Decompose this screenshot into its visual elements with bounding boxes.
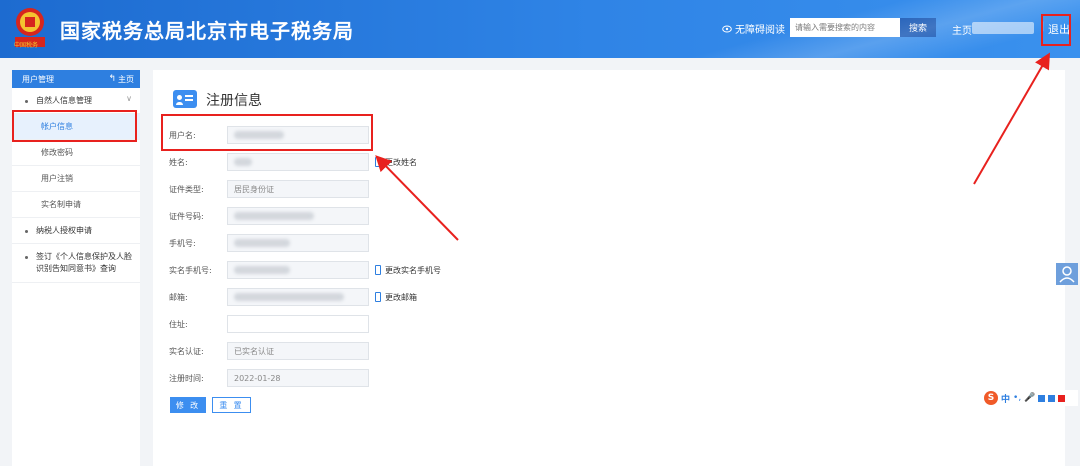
register-time-field: 2022-01-28	[227, 369, 369, 387]
page-title: 注册信息	[206, 93, 262, 109]
field-label: 姓名:	[169, 157, 188, 167]
sidebar-home-link[interactable]: ↰ 主页	[108, 74, 134, 85]
blurred-value	[234, 293, 344, 301]
shirt-icon[interactable]	[1048, 394, 1056, 402]
field-register-time: 注册时间: 2022-01-28	[169, 369, 369, 387]
sogou-ime-icon[interactable]: S	[984, 391, 998, 405]
sidebar-group-label: 自然人信息管理	[36, 96, 92, 105]
search-bar: 搜索	[790, 18, 936, 37]
accessible-reading-label: 无障碍阅读	[735, 25, 785, 36]
ime-punct-toggle[interactable]: •,	[1013, 393, 1021, 403]
id-type-field: 居民身份证	[227, 180, 369, 198]
sidebar-item-change-password[interactable]: 修改密码	[12, 140, 140, 166]
phone-icon	[375, 292, 381, 302]
field-id-number: 证件号码:	[169, 207, 369, 225]
field-label: 住址:	[169, 319, 188, 329]
blurred-value	[234, 266, 290, 274]
field-real-name-phone: 实名手机号: 更改实名手机号	[169, 261, 441, 279]
sidebar-header: 用户管理 ↰ 主页	[12, 70, 140, 88]
field-address: 住址:	[169, 315, 369, 333]
blurred-value	[234, 212, 314, 220]
id-card-icon	[173, 90, 197, 108]
ime-toolbar: S 中 •, 🎤	[982, 390, 1078, 406]
sidebar-item-real-name-apply[interactable]: 实名制申请	[12, 192, 140, 218]
email-field	[227, 288, 369, 306]
field-label: 邮箱:	[169, 292, 188, 302]
id-number-field	[227, 207, 369, 225]
user-float-icon[interactable]	[1056, 263, 1078, 285]
field-label: 实名认证:	[169, 346, 204, 356]
real-name-phone-field	[227, 261, 369, 279]
sidebar-group-consent-query[interactable]: 签订《个人信息保护及人脸识别告知同意书》查询	[12, 244, 140, 283]
sidebar-title: 用户管理	[22, 74, 54, 84]
phone-icon	[375, 265, 381, 275]
blurred-value	[234, 239, 290, 247]
home-link[interactable]: 主页	[952, 22, 972, 37]
change-name-link[interactable]: 更改姓名	[375, 157, 417, 168]
account-info-highlight-box	[12, 110, 137, 142]
change-real-name-phone-link[interactable]: 更改实名手机号	[375, 265, 441, 276]
blurred-value	[234, 158, 252, 166]
field-label: 注册时间:	[169, 373, 204, 383]
verification-status-field: 已实名认证	[227, 342, 369, 360]
site-title: 国家税务总局北京市电子税务局	[60, 19, 354, 43]
search-button[interactable]: 搜索	[900, 18, 936, 37]
sidebar-item-deregister[interactable]: 用户注销	[12, 166, 140, 192]
microphone-icon[interactable]: 🎤	[1024, 393, 1035, 403]
ime-lang-toggle[interactable]: 中	[1001, 392, 1010, 405]
back-arrow-icon: ↰	[108, 74, 116, 84]
phone-icon	[375, 157, 381, 167]
change-name-label: 更改姓名	[385, 157, 417, 167]
sidebar-home-label: 主页	[118, 74, 134, 84]
field-id-type: 证件类型: 居民身份证	[169, 180, 369, 198]
field-label: 实名手机号:	[169, 265, 212, 275]
field-label: 证件号码:	[169, 211, 204, 221]
logo-text: 中国税务	[14, 42, 39, 49]
user-name-blurred	[972, 22, 1034, 34]
logout-highlight-box	[1041, 14, 1071, 46]
field-name: 姓名: 更改姓名	[169, 153, 417, 171]
change-email-link[interactable]: 更改邮箱	[375, 292, 417, 303]
username-highlight-box	[161, 114, 373, 151]
name-field	[227, 153, 369, 171]
top-header: 中国税务 国家税务总局北京市电子税务局 无障碍阅读 搜索 主页 | 退出	[0, 0, 1080, 58]
field-email: 邮箱: 更改邮箱	[169, 288, 417, 306]
eye-icon	[722, 25, 732, 32]
change-real-name-phone-label: 更改实名手机号	[385, 265, 441, 275]
field-label: 手机号:	[169, 238, 196, 248]
field-label: 证件类型:	[169, 184, 204, 194]
phone-field	[227, 234, 369, 252]
search-input[interactable]	[790, 18, 900, 37]
accessible-reading-link[interactable]: 无障碍阅读	[722, 21, 785, 36]
modify-button[interactable]: 修 改	[170, 397, 206, 413]
grid-icon[interactable]	[1058, 394, 1066, 402]
sidebar-group-taxpayer-authorization[interactable]: 纳税人授权申请	[12, 218, 140, 244]
reset-button[interactable]: 重 置	[212, 397, 251, 413]
change-email-label: 更改邮箱	[385, 292, 417, 302]
field-phone: 手机号:	[169, 234, 369, 252]
field-verification: 实名认证: 已实名认证	[169, 342, 369, 360]
keyboard-icon[interactable]	[1038, 394, 1046, 402]
chevron-down-icon: ∨	[126, 94, 132, 103]
address-input[interactable]	[227, 315, 369, 333]
